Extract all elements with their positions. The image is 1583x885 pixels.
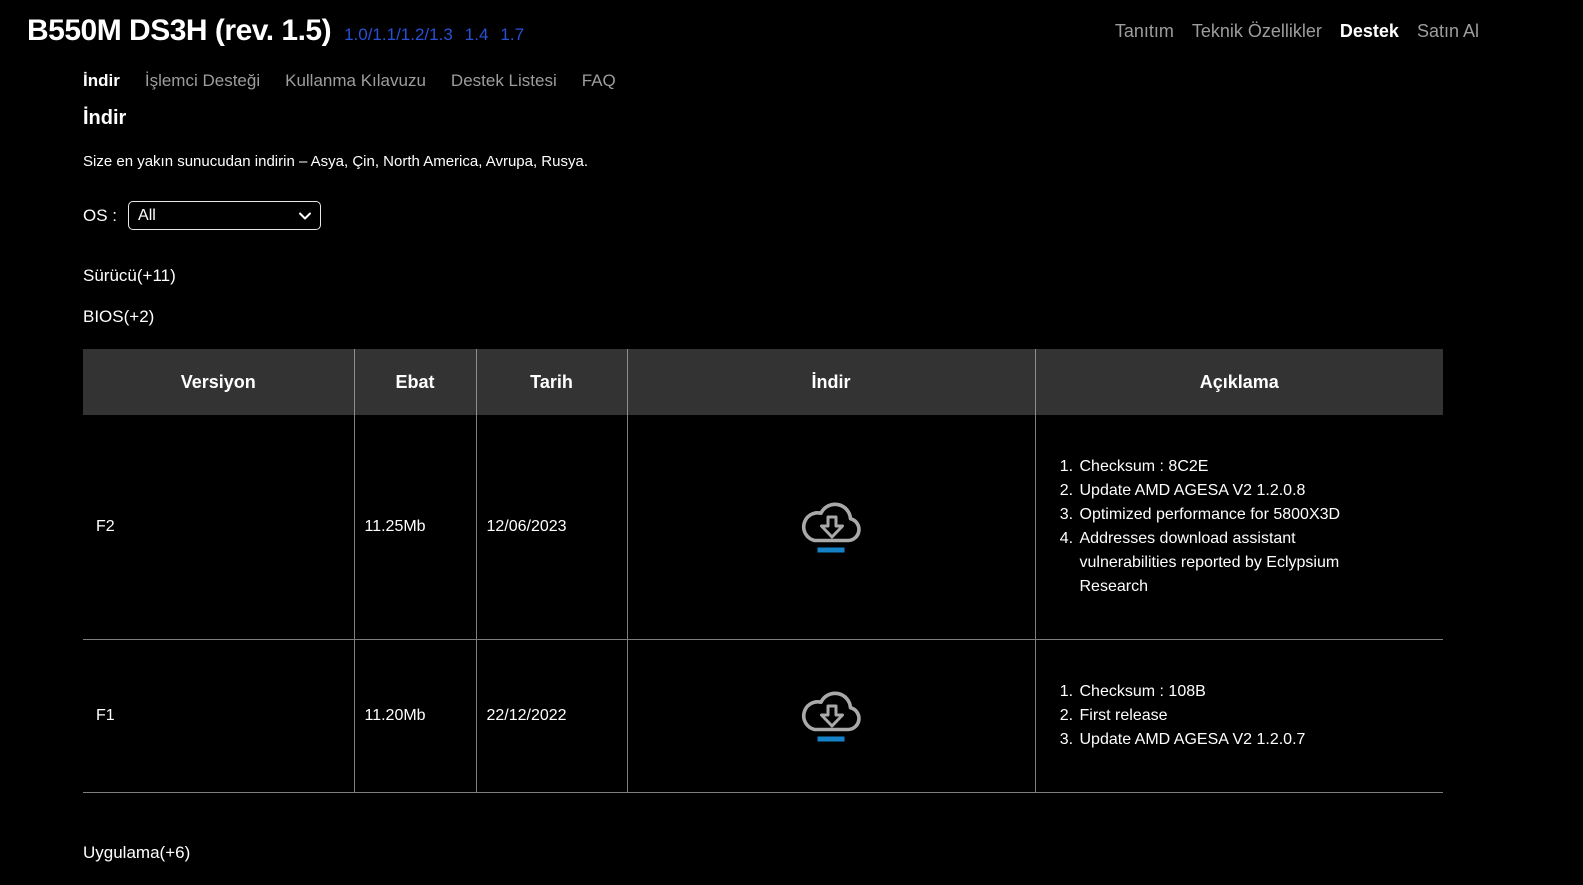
bios-file-size: 11.20Mb <box>353 639 476 793</box>
bios-release-date: 12/06/2023 <box>475 415 627 640</box>
table-row: F2 11.25Mb 12/06/2023 Checksum : 8C2E <box>83 415 1443 640</box>
revision-link-1-4[interactable]: 1.4 <box>465 25 489 45</box>
nav-item-tanitim[interactable]: Tanıtım <box>1115 21 1174 42</box>
cloud-download-icon <box>801 502 861 553</box>
bios-version: F1 <box>83 639 354 793</box>
page-section-heading: İndir <box>83 107 127 129</box>
sub-nav-islemci-destegi[interactable]: İşlemci Desteği <box>145 71 260 91</box>
top-bar: B550M DS3H (rev. 1.5) 1.0/1.1/1.2/1.3 1.… <box>0 0 1583 48</box>
column-header-date: Tarih <box>475 349 627 415</box>
nav-item-destek[interactable]: Destek <box>1340 21 1399 42</box>
server-location-description: Size en yakın sunucudan indirin – Asya, … <box>83 153 588 170</box>
os-filter-row: OS : All <box>83 201 1583 230</box>
page-title: B550M DS3H (rev. 1.5) <box>27 14 332 47</box>
revision-link-1-7[interactable]: 1.7 <box>500 25 524 45</box>
os-filter-label: OS : <box>83 205 118 225</box>
table-header-row: Versiyon Ebat Tarih İndir Açıklama <box>83 349 1443 415</box>
sub-nav-indir[interactable]: İndir <box>83 71 120 91</box>
revision-links: 1.0/1.1/1.2/1.3 1.4 1.7 <box>344 25 524 45</box>
revision-link-group[interactable]: 1.0/1.1/1.2/1.3 <box>344 25 453 45</box>
release-note-item: Update AMD AGESA V2 1.2.0.8 <box>1078 479 1376 503</box>
os-select-wrap: All <box>128 201 322 230</box>
release-notes: Checksum : 108B First release Update AMD… <box>1034 639 1443 793</box>
accordion-bios[interactable]: BIOS(+2) <box>83 307 154 327</box>
release-note-item: First release <box>1078 704 1376 728</box>
download-page-content: İndir Size en yakın sunucudan indirin – … <box>83 107 1583 863</box>
bios-version: F2 <box>83 415 354 640</box>
main-nav: Tanıtım Teknik Özellikler Destek Satın A… <box>1115 21 1479 42</box>
os-select[interactable]: All <box>128 201 322 230</box>
release-note-item: Addresses download assistant vulnerabili… <box>1078 527 1376 599</box>
column-header-notes: Açıklama <box>1034 349 1443 415</box>
release-notes: Checksum : 8C2E Update AMD AGESA V2 1.2.… <box>1034 415 1443 640</box>
product-title-group: B550M DS3H (rev. 1.5) 1.0/1.1/1.2/1.3 1.… <box>27 14 524 48</box>
bios-release-date: 22/12/2022 <box>475 639 627 793</box>
cloud-download-icon <box>801 691 861 742</box>
nav-item-satin-al[interactable]: Satın Al <box>1417 21 1479 42</box>
column-header-size: Ebat <box>353 349 476 415</box>
sub-nav-kullanma-kilavuzu[interactable]: Kullanma Kılavuzu <box>285 71 426 91</box>
sub-nav-destek-listesi[interactable]: Destek Listesi <box>451 71 557 91</box>
accordion-application[interactable]: Uygulama(+6) <box>83 843 190 863</box>
bios-file-size: 11.25Mb <box>353 415 476 640</box>
accordion-driver[interactable]: Sürücü(+11) <box>83 266 176 286</box>
sub-nav-faq[interactable]: FAQ <box>582 71 616 91</box>
download-button[interactable] <box>796 495 866 556</box>
download-button[interactable] <box>796 684 866 745</box>
release-note-item: Update AMD AGESA V2 1.2.0.7 <box>1078 728 1376 752</box>
release-note-item: Checksum : 108B <box>1078 680 1376 704</box>
bios-download-table: Versiyon Ebat Tarih İndir Açıklama F2 11… <box>83 349 1443 793</box>
release-note-item: Optimized performance for 5800X3D <box>1078 503 1376 527</box>
column-header-version: Versiyon <box>83 349 354 415</box>
table-row: F1 11.20Mb 22/12/2022 Checksum : 108B <box>83 639 1443 793</box>
column-header-download: İndir <box>626 349 1035 415</box>
nav-item-teknik-ozellikler[interactable]: Teknik Özellikler <box>1192 21 1322 42</box>
release-note-item: Checksum : 8C2E <box>1078 455 1376 479</box>
support-sub-nav: İndir İşlemci Desteği Kullanma Kılavuzu … <box>83 71 1583 91</box>
